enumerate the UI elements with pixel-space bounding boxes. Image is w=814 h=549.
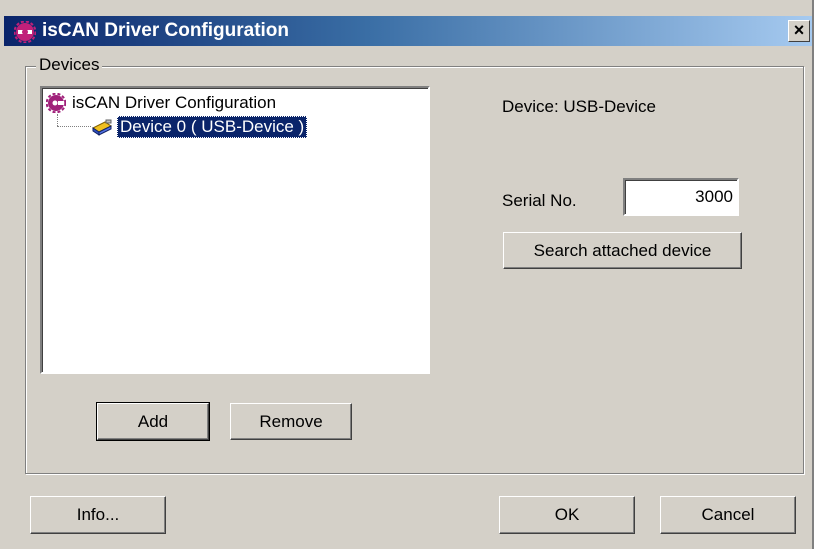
tree-connector-vertical [57,114,58,126]
title-bar[interactable]: isCAN Driver Configuration × [4,16,812,46]
info-button[interactable]: Info... [30,496,166,534]
device-tree[interactable]: isCAN Driver Configuration Device 0 ( US… [40,86,430,374]
search-attached-device-button[interactable]: Search attached device [503,232,742,269]
serial-number-label: Serial No. [502,191,577,210]
dialog-window: isCAN Driver Configuration × Devices isC… [0,0,814,549]
tree-root-label: isCAN Driver Configuration [72,93,277,112]
tree-connector-horizontal [57,126,91,127]
cancel-button[interactable]: Cancel [660,496,796,534]
gear-icon [46,93,66,113]
usb-device-icon [92,119,112,136]
serial-number-input[interactable] [623,178,739,216]
add-button[interactable]: Add [96,402,210,441]
close-icon: × [793,20,805,40]
ok-button[interactable]: OK [499,496,635,534]
close-button[interactable]: × [788,20,810,42]
device-type-text: Device: USB-Device [502,97,656,116]
remove-button[interactable]: Remove [230,403,352,440]
window-title: isCAN Driver Configuration [42,20,290,41]
devices-group-label: Devices [36,55,103,75]
tree-device-label: Device 0 ( USB-Device ) [117,116,308,138]
app-gear-icon [14,21,36,43]
